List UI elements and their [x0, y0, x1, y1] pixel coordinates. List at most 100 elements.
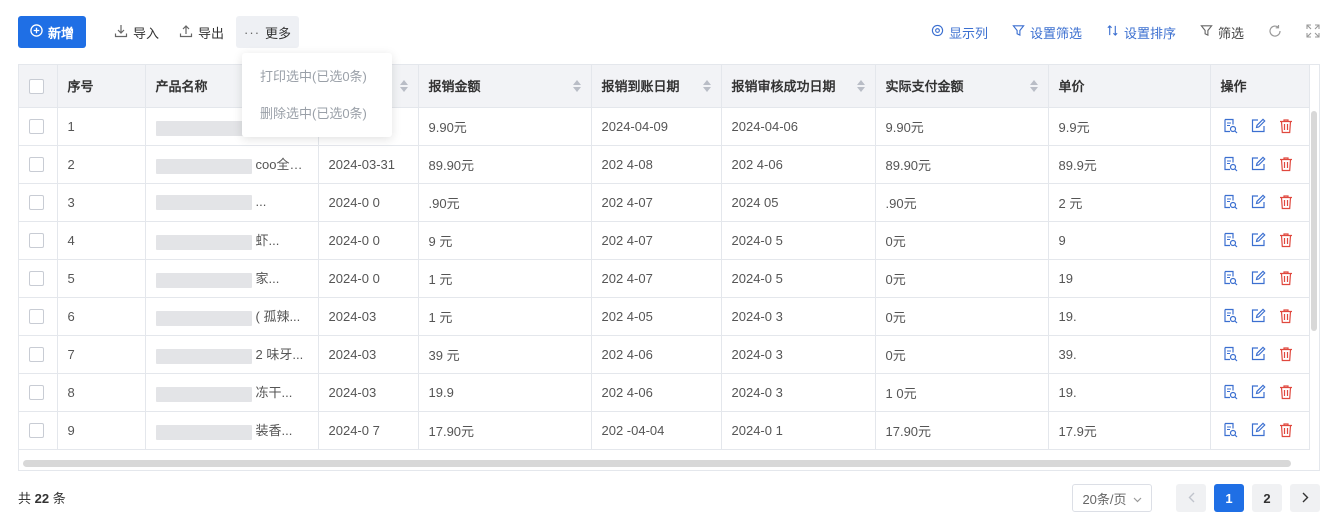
table-row[interactable]: 1国19.90元2024-04-092024-04-069.90元9.9元	[19, 107, 1310, 146]
page-size-select[interactable]: 20条/页	[1072, 484, 1152, 512]
view-details-icon[interactable]	[1221, 383, 1239, 401]
header-actual-paid[interactable]: 实际支付金额	[875, 65, 1049, 108]
header-reimburse-amount-label: 报销金额	[428, 79, 481, 95]
cell-reimburse-amount-text: 89.90元	[428, 157, 475, 173]
cell-select[interactable]	[19, 183, 58, 222]
cell-select[interactable]	[19, 145, 58, 184]
table-row[interactable]: 3... 2024-0 0 .90元 202 4-07 2024 05 .90元 2 元	[19, 183, 1310, 222]
edit-icon[interactable]	[1249, 421, 1267, 439]
cell-approved-date-text: 2024-0 5	[731, 270, 783, 286]
view-details-icon[interactable]	[1221, 193, 1239, 211]
select-all-cell[interactable]	[19, 65, 58, 108]
cell-index-text: 5	[67, 270, 75, 286]
set-sort-button[interactable]: 设置排序	[1106, 23, 1176, 42]
delete-selected-item[interactable]: 删除选中(已选0条)	[242, 95, 392, 132]
cell-select[interactable]	[19, 411, 58, 450]
refresh-button[interactable]	[1268, 24, 1282, 41]
cell-approved-date-text: 202 4-06	[731, 156, 783, 172]
edit-icon[interactable]	[1249, 383, 1267, 401]
set-filter-button[interactable]: 设置筛选	[1012, 23, 1082, 42]
trash-icon[interactable]	[1277, 307, 1295, 325]
cell-select[interactable]	[19, 373, 58, 412]
cell-arrival-date-text: 202 4-07	[601, 270, 653, 286]
edit-icon[interactable]	[1249, 193, 1267, 211]
header-reimburse-amount[interactable]: 报销金额	[418, 65, 592, 108]
cell-select[interactable]	[19, 297, 58, 336]
row-checkbox[interactable]	[29, 157, 44, 173]
view-details-icon[interactable]	[1221, 307, 1239, 325]
trash-icon[interactable]	[1277, 345, 1295, 363]
import-label: 导入	[133, 25, 160, 41]
export-button[interactable]: 导出	[171, 16, 232, 48]
table-row[interactable]: 6 ( 孤辣... 2024-03 1 元 202 4-05 2024-0 3 0元 19.	[19, 297, 1310, 336]
view-details-icon[interactable]	[1221, 269, 1239, 287]
trash-icon[interactable]	[1277, 231, 1295, 249]
cell-select[interactable]	[19, 221, 58, 260]
cell-product-name: ( 孤辣...	[145, 297, 319, 336]
table-row[interactable]: 8 冻干... 2024-03 19.9 202 4-06 2024-0 3 1 0元 19.	[19, 373, 1310, 412]
cell-actual-paid-text: 0元	[885, 233, 906, 249]
row-checkbox[interactable]	[29, 119, 44, 135]
select-all-checkbox[interactable]	[29, 78, 44, 94]
header-approved-date[interactable]: 报销审核成功日期	[721, 65, 876, 108]
import-button[interactable]: 导入	[106, 16, 167, 48]
row-checkbox[interactable]	[29, 347, 44, 363]
add-button[interactable]: 新增	[18, 16, 87, 48]
sort-icon[interactable]	[702, 79, 711, 92]
table-row[interactable]: 4 虾... 2024-0 0 9 元 202 4-07 2024-0 5 0元 9	[19, 221, 1310, 260]
header-arrival-date[interactable]: 报销到账日期	[591, 65, 722, 108]
cell-actions	[1210, 183, 1310, 222]
table-row[interactable]: 9 装香... 2024-0 7 17.90元 202 -04-04 2024-0 1 17…	[19, 411, 1310, 450]
sort-icon[interactable]	[572, 79, 581, 92]
edit-icon[interactable]	[1249, 231, 1267, 249]
cell-select[interactable]	[19, 335, 58, 374]
view-details-icon[interactable]	[1221, 421, 1239, 439]
sort-icon[interactable]	[856, 79, 865, 92]
cell-select[interactable]	[19, 259, 58, 298]
view-details-icon[interactable]	[1221, 155, 1239, 173]
prev-page-button[interactable]	[1176, 484, 1206, 512]
edit-icon[interactable]	[1249, 307, 1267, 325]
next-page-button[interactable]	[1290, 484, 1320, 512]
cell-product-name-text: ...	[255, 193, 267, 209]
sort-icon[interactable]	[1029, 79, 1038, 92]
trash-icon[interactable]	[1277, 117, 1295, 135]
more-label: 更多	[265, 25, 292, 41]
row-checkbox[interactable]	[29, 309, 44, 325]
view-details-icon[interactable]	[1221, 231, 1239, 249]
edit-icon[interactable]	[1249, 155, 1267, 173]
sort-icon[interactable]	[399, 79, 408, 92]
trash-icon[interactable]	[1277, 383, 1295, 401]
trash-icon[interactable]	[1277, 269, 1295, 287]
edit-icon[interactable]	[1249, 117, 1267, 135]
vertical-scrollbar[interactable]	[1311, 111, 1317, 331]
page-1-button[interactable]: 1	[1214, 484, 1244, 512]
more-button[interactable]: ··· 更多	[236, 16, 300, 48]
edit-icon[interactable]	[1249, 345, 1267, 363]
table-row[interactable]: 5 家... 2024-0 0 1 元 202 4-07 2024-0 5 0元 19	[19, 259, 1310, 298]
cell-select[interactable]	[19, 107, 58, 146]
trash-icon[interactable]	[1277, 155, 1295, 173]
filter-button[interactable]: 筛选	[1200, 23, 1244, 42]
trash-icon[interactable]	[1277, 193, 1295, 211]
fullscreen-button[interactable]	[1306, 23, 1320, 41]
row-checkbox[interactable]	[29, 423, 44, 439]
row-actions	[1221, 269, 1299, 287]
print-selected-item[interactable]: 打印选中(已选0条)	[242, 58, 392, 95]
cell-unit-price-text: 39.	[1058, 346, 1077, 362]
show-columns-button[interactable]: 显示列	[931, 23, 988, 42]
row-checkbox[interactable]	[29, 385, 44, 401]
edit-icon[interactable]	[1249, 269, 1267, 287]
trash-icon[interactable]	[1277, 421, 1295, 439]
show-columns-label: 显示列	[948, 25, 988, 41]
row-checkbox[interactable]	[29, 195, 44, 211]
view-details-icon[interactable]	[1221, 345, 1239, 363]
view-details-icon[interactable]	[1221, 117, 1239, 135]
row-actions	[1221, 345, 1299, 363]
table-row[interactable]: 7 2 味牙... 2024-03 39 元 202 4-06 2024-0 3 0元 39.	[19, 335, 1310, 374]
row-checkbox[interactable]	[29, 233, 44, 249]
row-checkbox[interactable]	[29, 271, 44, 287]
horizontal-scrollbar[interactable]	[23, 460, 1291, 467]
table-row[interactable]: 2 coo全效... 2024-03-31 89.90元 202 4-08 202 4-0…	[19, 145, 1310, 184]
page-2-button[interactable]: 2	[1252, 484, 1282, 512]
